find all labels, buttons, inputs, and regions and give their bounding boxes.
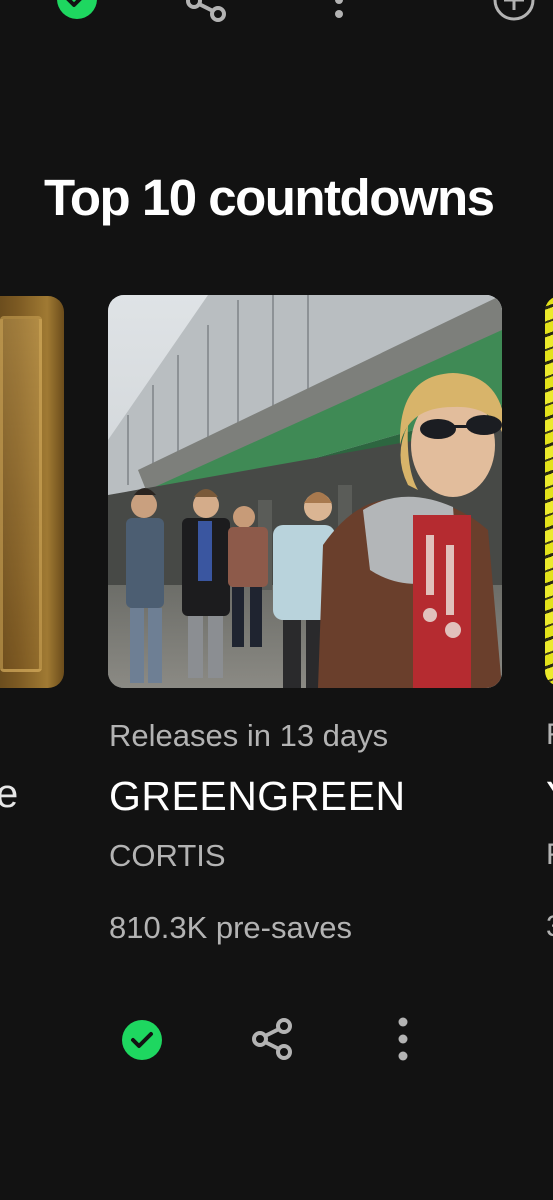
- more-options-button[interactable]: [386, 1016, 420, 1062]
- saved-button[interactable]: [120, 1018, 164, 1062]
- check-circle-icon: [57, 0, 97, 19]
- right-card-presaves-fragment: 3: [546, 910, 553, 944]
- left-card-title-fragment: e: [0, 772, 19, 816]
- artwork-panel: [0, 316, 42, 672]
- right-card-release-fragment: R: [546, 718, 553, 752]
- share-icon: [252, 1018, 292, 1060]
- more-button-top[interactable]: [322, 0, 356, 24]
- more-vertical-icon: [335, 0, 343, 18]
- main-card-artwork[interactable]: [108, 295, 502, 688]
- right-card-artist-fragment: F: [546, 838, 553, 872]
- add-circle-icon: [493, 0, 535, 21]
- album-cover-image: [108, 295, 502, 688]
- right-card-artwork[interactable]: [545, 296, 553, 686]
- artist-name[interactable]: CORTIS: [109, 838, 226, 874]
- share-icon: [186, 0, 226, 22]
- check-circle-icon: [122, 1020, 162, 1060]
- saved-button-top[interactable]: [56, 0, 98, 20]
- release-countdown-text: Releases in 13 days: [109, 718, 389, 753]
- left-card-artwork[interactable]: [0, 296, 64, 688]
- add-button-top[interactable]: [492, 0, 536, 22]
- right-card-title-fragment: Y: [546, 773, 553, 820]
- album-title[interactable]: GREENGREEN: [109, 773, 406, 820]
- share-button-top[interactable]: [184, 0, 230, 24]
- presave-count: 810.3K pre-saves: [109, 910, 352, 945]
- more-vertical-icon: [398, 1017, 408, 1061]
- share-button[interactable]: [250, 1016, 296, 1062]
- section-title: Top 10 countdowns: [44, 169, 495, 226]
